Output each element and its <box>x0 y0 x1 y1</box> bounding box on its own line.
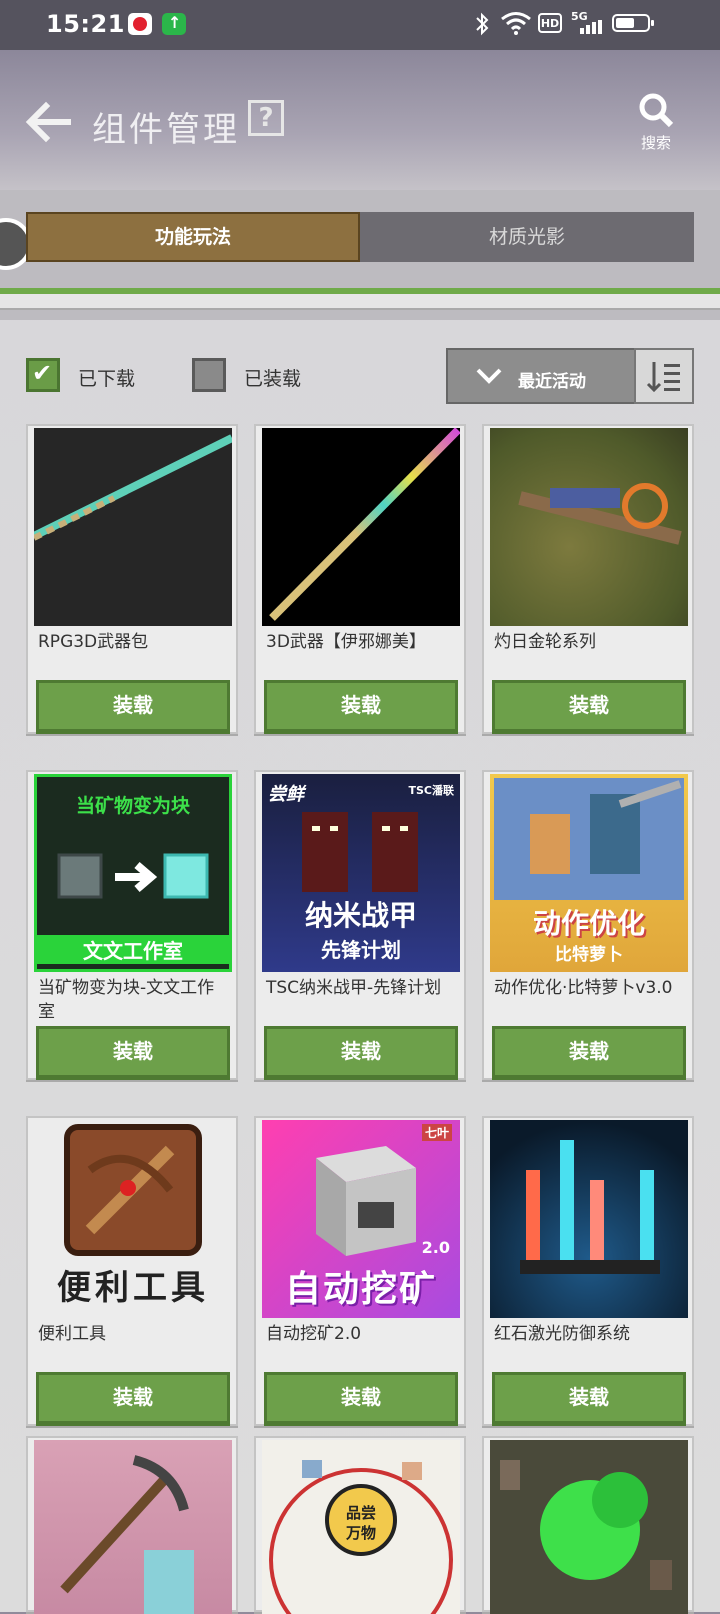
thumbnail-action-optimize: 动作优化 比特萝卜 <box>490 774 688 972</box>
wifi-icon <box>501 12 531 35</box>
sort-label: 最近活动 <box>518 372 586 392</box>
component-card[interactable]: 当矿物变为块 文文工作室 当矿物变为块-文文工作室 装载 <box>26 770 238 1080</box>
component-name: TSC纳米战甲-先锋计划 <box>266 978 442 998</box>
thumb-title: 纳米战甲 <box>304 899 417 932</box>
thumb-subtitle: 先锋计划 <box>321 938 401 962</box>
component-card[interactable]: 尝鲜 TSC潘联 纳米战甲 先锋计划 TSC纳米战甲-先锋计划 装载 <box>254 770 466 1080</box>
component-card[interactable] <box>482 1436 694 1614</box>
component-card[interactable]: 灼日金轮系列 装载 <box>482 424 694 734</box>
load-button[interactable]: 装载 <box>264 1372 458 1426</box>
thumb-version: 2.0 <box>421 1238 450 1257</box>
signal-icon <box>580 20 602 34</box>
tab-bar: 功能玩法 材质光影 <box>0 190 720 320</box>
thumb-title: 品尝 <box>345 1504 376 1522</box>
thumbnail-pickaxe <box>34 1440 232 1614</box>
load-button[interactable]: 装载 <box>492 1026 686 1080</box>
component-card[interactable]: 3D武器【伊邪娜美】 装载 <box>254 424 466 734</box>
filter-row: 已下载 已装载 最近活动 <box>0 330 720 410</box>
crossbow-icon <box>64 1124 202 1256</box>
load-button[interactable]: 装载 <box>492 680 686 734</box>
thumb-new: 尝鲜 <box>268 784 304 805</box>
thumb-brand: TSC潘联 <box>408 784 455 797</box>
component-name: 当矿物变为块-文文工作室 <box>38 978 215 1022</box>
video-app-icon <box>128 13 152 35</box>
thumb-title: 便利工具 <box>57 1268 209 1308</box>
thumb-subtitle: 比特萝卜 <box>555 945 623 965</box>
thumbnail-tools: 便利工具 <box>34 1120 232 1318</box>
search-icon <box>639 93 674 128</box>
component-card[interactable]: 红石激光防御系统 装载 <box>482 1116 694 1426</box>
thumbnail-auto-mine: 七叶 2.0 自动挖矿 <box>262 1120 460 1318</box>
thumbnail-laser-defense <box>490 1120 688 1318</box>
thumbnail-nano-armor: 尝鲜 TSC潘联 纳米战甲 先锋计划 <box>262 774 460 972</box>
component-name: 3D武器【伊邪娜美】 <box>266 632 426 652</box>
component-card[interactable]: 品尝 万物 <box>254 1436 466 1614</box>
sort-order-icon <box>646 362 680 393</box>
back-arrow-icon[interactable] <box>24 100 72 144</box>
component-card[interactable] <box>26 1436 238 1614</box>
load-button[interactable]: 装载 <box>264 1026 458 1080</box>
tab-gameplay[interactable]: 功能玩法 <box>26 212 360 262</box>
downloaded-checkbox[interactable] <box>26 358 60 392</box>
search-button[interactable]: 搜索 <box>632 90 680 160</box>
component-name: 自动挖矿2.0 <box>266 1324 362 1344</box>
load-button[interactable]: 装载 <box>36 1026 230 1080</box>
status-time: 15:21 <box>46 10 125 38</box>
load-button[interactable]: 装载 <box>36 1372 230 1426</box>
component-card[interactable]: 动作优化 比特萝卜 动作优化·比特萝卜v3.0 装载 <box>482 770 694 1080</box>
installed-checkbox[interactable] <box>192 358 226 392</box>
component-name: 红石激光防御系统 <box>494 1324 630 1344</box>
component-card[interactable]: RPG3D武器包 装载 <box>26 424 238 734</box>
thumbnail-sword-dark <box>34 428 232 626</box>
tab-textures[interactable]: 材质光影 <box>360 212 694 262</box>
bluetooth-icon <box>476 12 489 36</box>
thumb-subtitle: 万物 <box>345 1524 376 1542</box>
status-bar: 15:21 HD 5G <box>0 0 720 50</box>
load-button[interactable]: 装载 <box>36 680 230 734</box>
help-button[interactable]: ? <box>248 100 284 136</box>
component-name: 灼日金轮系列 <box>494 632 596 652</box>
upload-app-icon <box>162 13 186 35</box>
sort-dropdown[interactable]: 最近活动 <box>446 348 636 404</box>
thumbnail-sword-rainbow <box>262 428 460 626</box>
thumb-studio: 文文工作室 <box>37 935 229 964</box>
downloaded-label: 已下载 <box>78 368 136 390</box>
battery-icon <box>612 14 654 32</box>
installed-label: 已装载 <box>244 368 302 390</box>
chevron-down-icon <box>476 368 502 384</box>
load-button[interactable]: 装载 <box>264 680 458 734</box>
component-card[interactable]: 便利工具 便利工具 装载 <box>26 1116 238 1426</box>
thumbnail-ore-to-block: 当矿物变为块 文文工作室 <box>34 774 232 972</box>
search-label: 搜索 <box>640 134 671 152</box>
thumbnail-golden-wheel <box>490 428 688 626</box>
thumbnail-green-blob <box>490 1440 688 1614</box>
page-title: 组件管理 <box>92 110 240 150</box>
load-button[interactable]: 装载 <box>492 1372 686 1426</box>
thumb-title: 自动挖矿 <box>284 1269 437 1310</box>
thumbnail-taste-everything: 品尝 万物 <box>262 1440 460 1614</box>
component-name: 动作优化·比特萝卜v3.0 <box>494 978 673 998</box>
thumb-title: 动作优化 <box>532 907 645 940</box>
thumb-brand: 七叶 <box>421 1124 452 1141</box>
component-card[interactable]: 七叶 2.0 自动挖矿 自动挖矿2.0 装载 <box>254 1116 466 1426</box>
divider <box>0 294 720 310</box>
hd-icon: HD <box>538 13 562 33</box>
sort-order-button[interactable] <box>634 348 694 404</box>
component-name: 便利工具 <box>38 1324 106 1344</box>
header: 组件管理 ? 搜索 <box>0 50 720 190</box>
thumb-title: 当矿物变为块 <box>75 795 190 817</box>
component-name: RPG3D武器包 <box>38 632 149 652</box>
